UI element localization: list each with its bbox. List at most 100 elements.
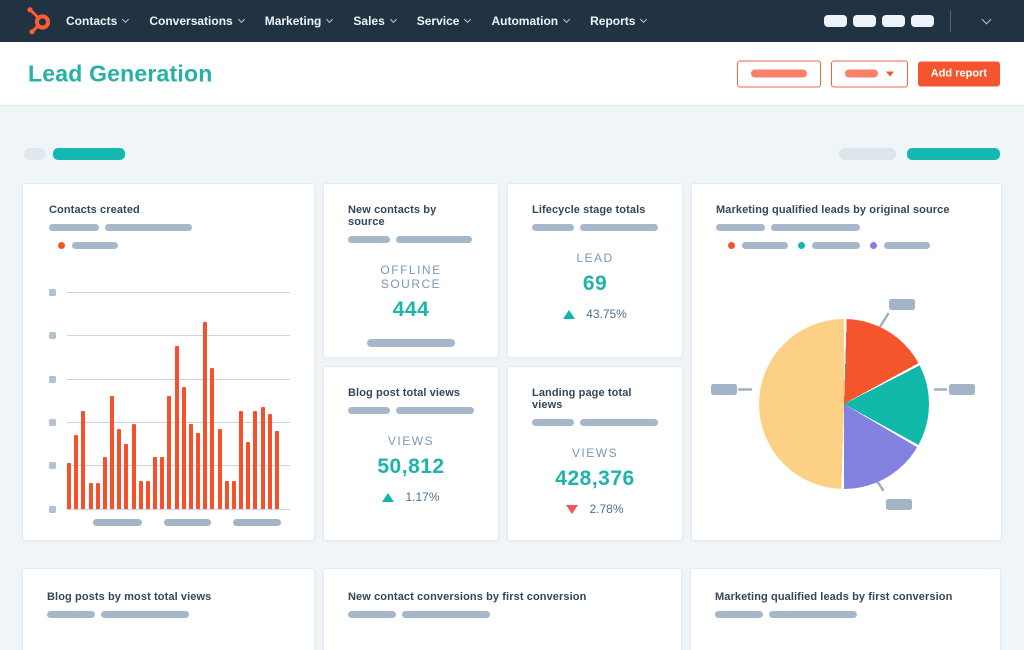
bar[interactable] — [210, 367, 215, 509]
bar[interactable] — [117, 428, 122, 509]
page-title: Lead Generation — [28, 60, 213, 86]
metric-label: OFFLINE SOURCE — [380, 263, 442, 291]
metric-delta: 2.78% — [532, 502, 658, 516]
add-report-button[interactable]: Add report — [917, 61, 1000, 86]
delta-value: 2.78% — [589, 502, 624, 516]
triangle-up-icon — [382, 492, 395, 502]
chevron-down-icon — [389, 15, 397, 24]
nav-icon-placeholder[interactable] — [824, 15, 847, 27]
card-mql-by-original-source: Marketing qualified leads by original so… — [691, 183, 1002, 541]
card-blog-post-total-views: Blog post total views VIEWS 50,812 1.17% — [323, 366, 499, 541]
card-title: New contact conversions by first convers… — [348, 591, 587, 603]
subtitle-pill — [532, 419, 574, 426]
nav-divider — [950, 10, 951, 32]
bar[interactable] — [131, 424, 136, 509]
chevron-down-icon — [237, 15, 245, 24]
bar[interactable] — [224, 480, 229, 509]
subtitle-pill — [396, 407, 474, 414]
card-title: Lifecycle stage totals — [532, 204, 646, 216]
bar[interactable] — [188, 424, 193, 509]
bar[interactable] — [203, 322, 208, 509]
bar[interactable] — [95, 482, 100, 509]
pie-data-label-placeholder — [886, 499, 912, 510]
bar[interactable] — [74, 435, 79, 509]
bar[interactable] — [174, 346, 179, 509]
pie-chart-area — [692, 184, 1001, 540]
subtitle-pill — [348, 611, 396, 618]
bar[interactable] — [196, 433, 201, 509]
filter-label-placeholder — [839, 148, 896, 160]
card-new-contact-conversions-by-first-conversion: New contact conversions by first convers… — [323, 568, 682, 650]
bar[interactable] — [217, 428, 222, 509]
legend-dot-orange — [58, 242, 65, 249]
bar[interactable] — [239, 411, 244, 509]
hubspot-logo-icon[interactable] — [26, 7, 52, 35]
nav-item-marketing[interactable]: Marketing — [264, 14, 334, 28]
nav-item-label: Sales — [353, 14, 385, 28]
metric-label: VIEWS — [387, 434, 435, 448]
bar[interactable] — [160, 456, 165, 509]
bar[interactable] — [153, 456, 158, 509]
nav-icon-placeholder[interactable] — [853, 15, 876, 27]
y-axis-tick-placeholder — [49, 376, 56, 383]
subtitle-pill — [105, 224, 192, 231]
bar[interactable] — [124, 443, 129, 509]
subtitle-pill — [396, 236, 472, 243]
card-blog-posts-by-most-total-views: Blog posts by most total views — [22, 568, 315, 650]
top-nav: Contacts Conversations Marketing Sales S… — [0, 0, 1024, 42]
bar[interactable] — [102, 456, 107, 509]
nav-item-conversations[interactable]: Conversations — [149, 14, 245, 28]
x-axis-label-placeholder — [233, 519, 281, 526]
x-axis-labels — [67, 519, 281, 526]
card-landing-page-total-views: Landing page total views VIEWS 428,376 2… — [507, 366, 683, 541]
metric-delta: 1.17% — [348, 490, 474, 504]
nav-item-sales[interactable]: Sales — [353, 14, 397, 28]
account-chevron-down-icon[interactable] — [981, 14, 992, 25]
nav-utility-area — [824, 0, 1010, 42]
bar[interactable] — [260, 407, 265, 509]
bar[interactable] — [67, 463, 71, 509]
bar[interactable] — [253, 411, 258, 509]
bar[interactable] — [181, 387, 186, 509]
bar[interactable] — [231, 480, 236, 509]
card-title: Contacts created — [49, 204, 140, 216]
card-subtitle-placeholder — [47, 611, 290, 618]
metric-value: 50,812 — [377, 455, 445, 478]
pie-data-label-placeholder — [949, 384, 975, 395]
dashboard-filter-dropdown[interactable] — [830, 60, 908, 87]
y-axis-tick-placeholder — [49, 462, 56, 469]
bar[interactable] — [246, 441, 251, 509]
pie-chart[interactable] — [759, 319, 929, 489]
nav-item-label: Service — [416, 14, 460, 28]
bar[interactable] — [138, 480, 143, 509]
nav-item-service[interactable]: Service — [416, 14, 472, 28]
bar[interactable] — [110, 396, 115, 509]
chevron-down-icon — [640, 15, 648, 24]
nav-icon-placeholder[interactable] — [911, 15, 934, 27]
metric-label: LEAD — [576, 251, 614, 265]
filter-label-placeholder — [24, 148, 46, 160]
card-lifecycle-stage-totals: Lifecycle stage totals LEAD 69 43.75% — [507, 183, 683, 358]
gridline — [67, 509, 290, 510]
nav-item-contacts[interactable]: Contacts — [66, 14, 130, 28]
metric-label: VIEWS — [571, 446, 619, 460]
filter-control-placeholder[interactable] — [907, 148, 1000, 160]
bar[interactable] — [88, 482, 93, 509]
nav-item-automation[interactable]: Automation — [491, 14, 571, 28]
nav-item-label: Automation — [491, 14, 559, 28]
nav-item-label: Marketing — [264, 14, 322, 28]
bar[interactable] — [81, 411, 86, 509]
subtitle-pill — [580, 419, 658, 426]
legend-item — [58, 242, 118, 249]
bar[interactable] — [267, 413, 272, 509]
nav-item-reports[interactable]: Reports — [590, 14, 648, 28]
nav-item-label: Reports — [590, 14, 636, 28]
subtitle-pill — [101, 611, 189, 618]
subtitle-pill — [769, 611, 857, 618]
nav-icon-placeholder[interactable] — [882, 15, 905, 27]
bar[interactable] — [145, 480, 150, 509]
bar[interactable] — [274, 430, 279, 509]
filter-control-placeholder[interactable] — [53, 148, 125, 160]
bar[interactable] — [167, 396, 172, 509]
dashboard-actions-button[interactable] — [736, 60, 821, 87]
